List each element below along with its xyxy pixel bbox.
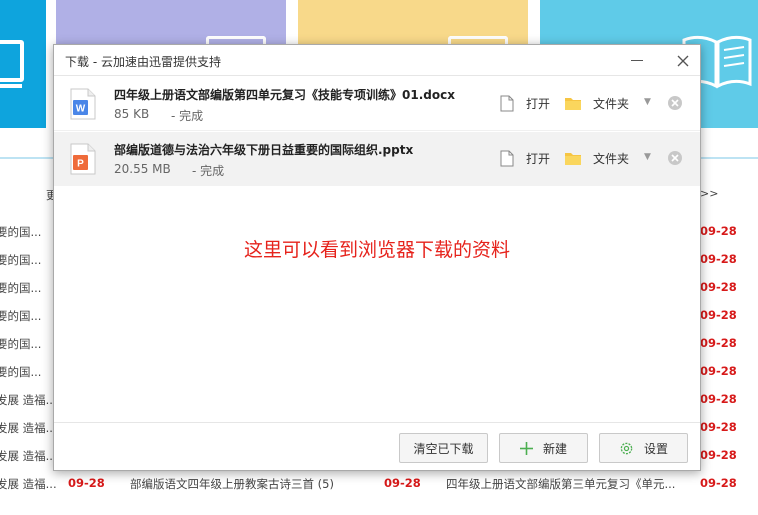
open-file-button[interactable]: 打开	[526, 95, 550, 112]
chevron-down-icon[interactable]: ▼	[644, 152, 651, 162]
download-item[interactable]: P 部编版道德与法治六年级下册日益重要的国际组织.pptx 20.55 MB -…	[54, 132, 700, 186]
download-status: - 完成	[171, 109, 204, 123]
download-status: - 完成	[192, 164, 225, 178]
dialog-title: 下载 - 云加速由迅雷提供支持	[65, 55, 221, 69]
category-banner-computer[interactable]	[0, 0, 46, 128]
new-download-button[interactable]: 新建	[499, 433, 588, 463]
annotation-hint: 这里可以看到浏览器下载的资料	[243, 239, 510, 261]
close-icon	[677, 55, 689, 66]
word-file-icon: W	[70, 88, 96, 120]
dialog-footer: 清空已下载 新建 设置	[54, 422, 700, 470]
file-size: 85 KB	[114, 107, 150, 121]
file-open-icon[interactable]	[500, 95, 514, 112]
folder-icon[interactable]	[564, 96, 582, 111]
monitor-icon	[0, 40, 24, 82]
dialog-titlebar[interactable]: 下载 - 云加速由迅雷提供支持	[54, 45, 700, 76]
new-download-label: 新建	[542, 441, 567, 456]
folder-icon[interactable]	[564, 151, 582, 166]
chevron-down-icon[interactable]: ▼	[644, 97, 651, 107]
file-name: 部编版道德与法治六年级下册日益重要的国际组织.pptx	[114, 143, 414, 157]
file-open-icon[interactable]	[500, 150, 514, 167]
more-link-right[interactable]: >>	[700, 187, 718, 200]
close-button[interactable]	[669, 45, 697, 76]
remove-circle-icon[interactable]	[667, 150, 683, 166]
download-dialog: 下载 - 云加速由迅雷提供支持 W 四年级上册语文部编版第四单元复习《技能专项训…	[53, 44, 701, 471]
clear-downloaded-button[interactable]: 清空已下载	[399, 433, 488, 463]
remove-circle-icon[interactable]	[667, 95, 683, 111]
settings-button[interactable]: 设置	[599, 433, 688, 463]
settings-label: 设置	[643, 441, 668, 456]
plus-icon	[519, 441, 533, 455]
svg-text:P: P	[77, 159, 84, 170]
monitor-stand-icon	[0, 84, 22, 88]
clear-downloaded-label: 清空已下载	[413, 441, 474, 456]
minimize-button[interactable]	[623, 45, 651, 76]
minimize-icon	[631, 60, 643, 61]
open-file-button[interactable]: 打开	[526, 150, 550, 167]
powerpoint-file-icon: P	[70, 143, 96, 175]
list-item[interactable]: 发展 造福... 09-28 部编版语文四年级上册教案古诗三首 (5) 09-2…	[0, 476, 758, 504]
file-size: 20.55 MB	[114, 162, 171, 176]
file-name: 四年级上册语文部编版第四单元复习《技能专项训练》01.docx	[114, 88, 455, 102]
open-folder-button[interactable]: 文件夹	[593, 95, 629, 112]
open-folder-button[interactable]: 文件夹	[593, 150, 629, 167]
gear-icon	[619, 441, 634, 456]
download-item[interactable]: W 四年级上册语文部编版第四单元复习《技能专项训练》01.docx 85 KB …	[54, 77, 700, 131]
svg-text:W: W	[76, 104, 86, 115]
